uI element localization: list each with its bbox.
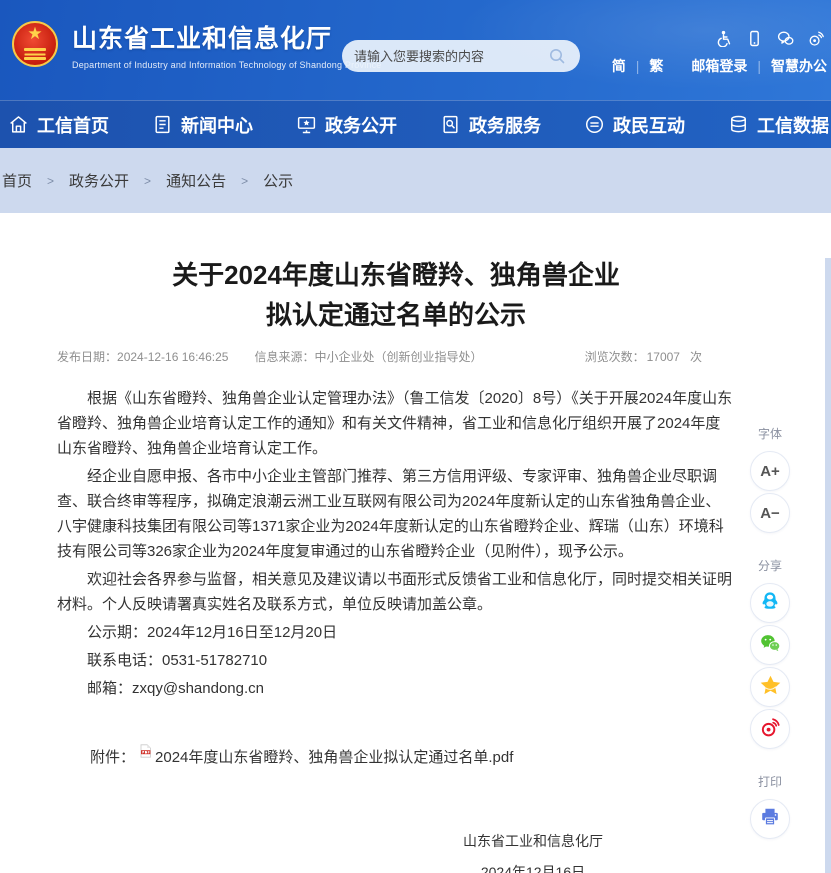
source-label: 信息来源： <box>254 350 314 364</box>
publish-date-label: 发布日期： <box>57 350 117 364</box>
signature-date: 2024年12月16日 <box>443 857 623 873</box>
search-input[interactable] <box>354 49 546 64</box>
share-qzone-button[interactable] <box>750 667 790 707</box>
nav-item-disclosure[interactable]: 政务公开 <box>296 112 397 138</box>
nav-item-services[interactable]: 政务服务 <box>440 112 541 138</box>
title-line-2: 拟认定通过名单的公示 <box>57 295 735 335</box>
divider: | <box>757 58 761 74</box>
font-increase-button[interactable]: A+ <box>750 451 790 491</box>
news-icon <box>152 114 173 135</box>
monitor-icon <box>296 114 317 135</box>
breadcrumb-home[interactable]: 首页 <box>2 170 32 191</box>
database-icon <box>728 114 749 135</box>
contact-email: 邮箱：zxqy@shandong.cn <box>57 676 735 701</box>
site-title: 山东省工业和信息化厅 <box>72 19 382 55</box>
site-logo[interactable]: ★ 山东省工业和信息化厅 Department of Industry and … <box>10 13 382 75</box>
paragraph: 欢迎社会各界参与监督，相关意见及建议请以书面形式反馈省工业和信息化厅，同时提交相… <box>57 567 735 617</box>
main-content: 关于2024年度山东省瞪羚、独角兽企业 拟认定通过名单的公示 发布日期：2024… <box>0 255 831 873</box>
share-wechat-button[interactable] <box>750 625 790 665</box>
source-value: 中小企业处（创新创业指导处） <box>314 350 482 364</box>
paragraph: 经企业自愿申报、各市中小企业主管部门推荐、第三方信用评级、专家评审、独角兽企业尽… <box>57 464 735 564</box>
search-icon[interactable] <box>546 45 568 67</box>
attachment-row: 附件： 2024年度山东省瞪羚、独角兽企业拟认定通过名单.pdf <box>90 744 735 768</box>
tools-sidebar: 字体 A+ A− 分享 <box>744 425 796 841</box>
share-label: 分享 <box>758 557 782 574</box>
qzone-star-icon <box>759 674 782 701</box>
link-traditional-chinese[interactable]: 繁 <box>649 56 663 76</box>
divider: | <box>636 58 640 74</box>
views-unit: 次 <box>690 350 702 364</box>
breadcrumb-separator: > <box>144 174 151 188</box>
page: ★ 山东省工业和信息化厅 Department of Industry and … <box>0 0 831 873</box>
paragraph: 根据《山东省瞪羚、独角兽企业认定管理办法》（鲁工信发〔2020〕8号）《关于开展… <box>57 386 735 461</box>
wechat-icon <box>759 632 782 659</box>
article: 关于2024年度山东省瞪羚、独角兽企业 拟认定通过名单的公示 发布日期：2024… <box>57 255 735 873</box>
font-size-label: 字体 <box>758 425 782 442</box>
site-subtitle: Department of Industry and Information T… <box>72 60 382 70</box>
accessibility-icon[interactable] <box>715 30 732 47</box>
page-title: 关于2024年度山东省瞪羚、独角兽企业 拟认定通过名单的公示 <box>57 255 735 335</box>
views-count: 17007 <box>647 350 680 364</box>
site-header: ★ 山东省工业和信息化厅 Department of Industry and … <box>0 0 831 100</box>
search-box <box>342 40 580 72</box>
breadcrumb-current[interactable]: 公示 <box>263 170 293 191</box>
main-nav: 工信首页 新闻中心 政务公开 政务服务 政民互动 <box>0 100 831 148</box>
breadcrumb-separator: > <box>47 174 54 188</box>
printer-icon <box>759 806 781 832</box>
link-mail-login[interactable]: 邮箱登录 <box>691 56 747 76</box>
breadcrumb-notices[interactable]: 通知公告 <box>166 170 226 191</box>
share-qq-button[interactable] <box>750 583 790 623</box>
print-button[interactable] <box>750 799 790 839</box>
attachment-link[interactable]: 2024年度山东省瞪羚、独角兽企业拟认定通过名单.pdf <box>155 746 513 767</box>
article-body: 根据《山东省瞪羚、独角兽企业认定管理办法》（鲁工信发〔2020〕8号）《关于开展… <box>57 386 735 701</box>
national-emblem-icon: ★ <box>10 13 60 75</box>
breadcrumb: 首页 > 政务公开 > 通知公告 > 公示 <box>0 148 831 213</box>
nav-item-news[interactable]: 新闻中心 <box>152 112 253 138</box>
chat-bubble-icon <box>584 114 605 135</box>
weibo-icon[interactable] <box>808 30 825 47</box>
mobile-icon[interactable] <box>746 30 763 47</box>
nav-item-interaction[interactable]: 政民互动 <box>584 112 685 138</box>
article-meta: 发布日期：2024-12-16 16:46:25 信息来源：中小企业处（创新创业… <box>57 348 735 365</box>
pdf-icon <box>139 744 152 762</box>
weibo-icon <box>759 716 782 743</box>
link-smart-office[interactable]: 智慧办公 <box>771 56 827 76</box>
publish-date-value: 2024-12-16 16:46:25 <box>117 350 228 364</box>
signature-block: 山东省工业和信息化厅 2024年12月16日 <box>443 826 623 873</box>
title-line-1: 关于2024年度山东省瞪羚、独角兽企业 <box>57 255 735 295</box>
contact-phone: 联系电话：0531-51782710 <box>57 648 735 673</box>
nav-item-data[interactable]: 工信数据 <box>728 112 829 138</box>
breadcrumb-separator: > <box>241 174 248 188</box>
home-icon <box>8 114 29 135</box>
page-edge-strip <box>825 258 831 873</box>
share-weibo-button[interactable] <box>750 709 790 749</box>
font-decrease-button[interactable]: A− <box>750 493 790 533</box>
breadcrumb-disclosure[interactable]: 政务公开 <box>69 170 129 191</box>
nav-item-home[interactable]: 工信首页 <box>8 112 109 138</box>
attachment-label: 附件： <box>90 746 135 767</box>
views-label: 浏览次数： <box>585 350 645 364</box>
wechat-icon[interactable] <box>777 30 794 47</box>
notice-period: 公示期：2024年12月16日至12月20日 <box>57 620 735 645</box>
link-simplified-chinese[interactable]: 简 <box>612 56 626 76</box>
qq-icon <box>759 590 781 616</box>
service-doc-icon <box>440 114 461 135</box>
print-label: 打印 <box>758 773 782 790</box>
signature-name: 山东省工业和信息化厅 <box>443 826 623 857</box>
